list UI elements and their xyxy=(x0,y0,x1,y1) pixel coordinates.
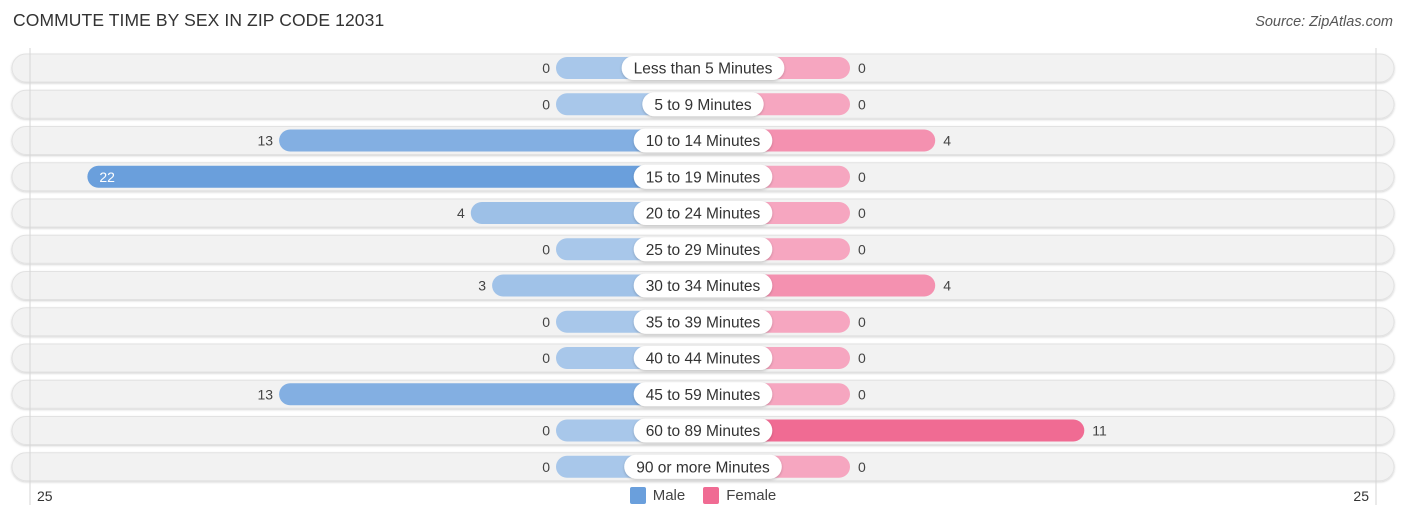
legend-swatch-female xyxy=(703,487,720,504)
legend-label-male: Male xyxy=(652,487,686,504)
legend: Male Female xyxy=(0,487,1406,504)
value-label-male: 4 xyxy=(457,205,465,221)
category-label: 10 to 14 Minutes xyxy=(646,133,761,150)
bar-male xyxy=(87,165,703,188)
value-label-female: 0 xyxy=(858,205,866,221)
value-label-female: 0 xyxy=(858,350,866,366)
category-label: 20 to 24 Minutes xyxy=(646,206,761,223)
value-label-female: 4 xyxy=(943,133,951,149)
legend-item-female: Female xyxy=(703,487,776,504)
value-label-male: 3 xyxy=(478,278,486,294)
value-label-male: 0 xyxy=(542,314,550,330)
chart-row: 0 0 5 to 9 Minutes xyxy=(11,89,1395,119)
category-label: 15 to 19 Minutes xyxy=(646,169,761,186)
category-label: 25 to 29 Minutes xyxy=(646,242,761,259)
category-label: 90 or more Minutes xyxy=(636,459,770,476)
chart-row: 4 0 20 to 24 Minutes xyxy=(11,198,1395,228)
chart-row: 13 4 10 to 14 Minutes xyxy=(11,126,1395,155)
category-label: Less than 5 Minutes xyxy=(634,61,773,78)
value-label-female: 4 xyxy=(943,278,951,294)
value-label-female: 0 xyxy=(858,386,866,402)
value-label-female: 0 xyxy=(858,314,866,330)
value-label-female: 0 xyxy=(858,96,866,112)
category-label: 5 to 9 Minutes xyxy=(654,97,752,114)
chart-row: 13 0 45 to 59 Minutes xyxy=(11,379,1395,409)
value-label-male: 22 xyxy=(99,169,115,185)
legend-item-male: Male xyxy=(629,487,686,504)
chart-row: 22 0 15 to 19 Minutes xyxy=(11,162,1395,192)
category-label: 60 to 89 Minutes xyxy=(646,423,761,440)
category-label: 30 to 34 Minutes xyxy=(646,278,761,295)
value-label-male: 0 xyxy=(542,459,550,475)
value-label-male: 0 xyxy=(542,60,550,76)
value-label-male: 0 xyxy=(542,350,550,366)
value-label-female: 0 xyxy=(858,459,866,475)
chart-row: 3 4 30 to 34 Minutes xyxy=(11,271,1395,300)
value-label-male: 0 xyxy=(542,423,550,439)
chart-row: 0 0 90 or more Minutes xyxy=(11,452,1395,482)
chart-row: 0 0 25 to 29 Minutes xyxy=(11,234,1395,264)
value-label-female: 11 xyxy=(1092,423,1107,439)
value-label-female: 0 xyxy=(858,60,866,76)
chart-row: 0 11 60 to 89 Minutes xyxy=(11,416,1395,445)
value-label-male: 13 xyxy=(258,133,274,149)
category-label: 40 to 44 Minutes xyxy=(646,351,761,368)
value-label-male: 13 xyxy=(258,386,274,402)
chart-row: 0 0 40 to 44 Minutes xyxy=(11,343,1395,373)
legend-swatch-male xyxy=(629,487,646,504)
legend-label-female: Female xyxy=(726,487,777,504)
value-label-male: 0 xyxy=(542,96,550,112)
category-label: 45 to 59 Minutes xyxy=(646,387,761,404)
value-label-female: 0 xyxy=(858,169,866,185)
category-label: 35 to 39 Minutes xyxy=(646,314,761,331)
chart-row: 0 0 Less than 5 Minutes xyxy=(11,53,1395,83)
chart-row: 0 0 35 to 39 Minutes xyxy=(11,307,1395,337)
chart-svg: 0 0 Less than 5 Minutes 0 0 5 to 9 Minutes 13 4… xyxy=(11,48,1395,505)
value-label-female: 0 xyxy=(858,241,866,257)
value-label-male: 0 xyxy=(542,241,550,257)
